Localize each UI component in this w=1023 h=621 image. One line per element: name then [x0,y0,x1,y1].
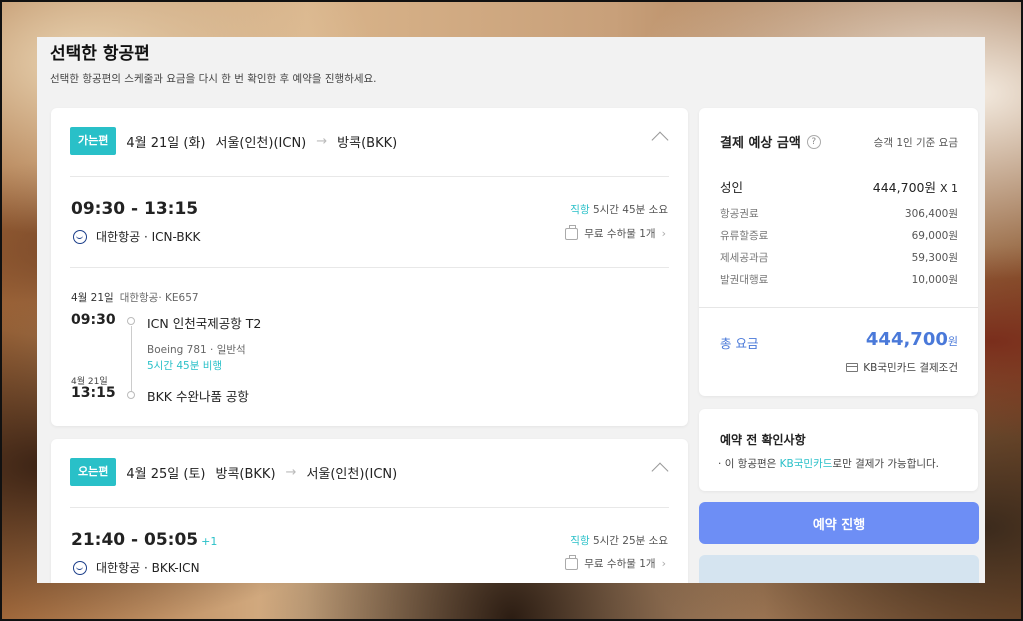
total-value: 444,700원 [866,329,958,350]
departure-dot [127,317,135,325]
outbound-badge: 가는편 [70,127,117,155]
outbound-header[interactable]: 가는편 4월 21일 (화) 서울(인천)(ICN) → 방콕(BKK) [70,127,407,155]
outbound-airline: 대한항공 · ICN-BKK [73,228,200,245]
price-title-text: 결제 예상 금액 [720,136,801,151]
outbound-origin: 서울(인천)(ICN) [215,135,307,151]
breakdown-value: 306,400원 [904,208,958,220]
segment-date-text: 4월 21일 [71,292,114,304]
fare-breakdown-row: 항공권료 306,400원 [720,206,958,221]
breakdown-label: 유류할증료 [720,230,769,242]
price-basis: 승객 1인 기준 요금 [873,137,958,149]
notice-title: 예약 전 확인사항 [720,433,806,447]
adult-label: 성인 [720,180,744,195]
card-condition-label: KB국민카드 결제조건 [863,362,958,374]
korean-air-logo-icon [73,560,87,575]
inbound-destination: 서울(인천)(ICN) [306,466,398,482]
divider [699,307,978,308]
inbound-flight-card: 오는편 4월 25일 (토) 방콕(BKK) → 서울(인천)(ICN) 21:… [51,439,688,583]
total-label: 총 요금 [720,336,759,351]
fare-breakdown-row: 발권대행료 10,000원 [720,272,958,287]
notice-card-highlight: KB국민카드 [779,458,833,470]
pre-booking-notice-card: 예약 전 확인사항 · 이 항공편은 KB국민카드로만 결제가 가능합니다. [699,409,978,491]
baggage-label: 무료 수하물 1개 [584,228,656,240]
inbound-baggage[interactable]: 무료 수하물 1개 › [565,554,666,571]
inbound-origin: 방콕(BKK) [215,466,276,482]
adult-fare-row: 성인 444,700원 X 1 [720,177,958,196]
notice-text-after: 로만 결제가 가능합니다. [832,458,940,470]
adult-value-text: 444,700원 [872,180,936,195]
card-condition-link[interactable]: KB국민카드 결제조건 [846,360,958,375]
day-offset: +1 [201,535,218,548]
credit-card-icon [846,363,859,372]
collapse-chevron-icon[interactable] [651,131,669,149]
baggage-icon [565,554,579,570]
price-summary-card: 결제 예상 금액 ? 승객 1인 기준 요금 성인 444,700원 X 1 항… [699,108,978,396]
segment-flight-number: 대한항공· KE657 [119,292,199,304]
divider [70,507,669,508]
fare-breakdown-row: 유류할증료 69,000원 [720,228,958,243]
korean-air-logo-icon [73,229,87,244]
page-subtitle: 선택한 항공편의 스케줄과 요금을 다시 한 번 확인한 후 예약을 진행하세요… [50,73,377,85]
flight-duration: 5시간 45분 비행 [147,360,223,372]
arrival-time: 13:15 [71,385,116,401]
departure-time: 09:30 [71,312,116,328]
divider [70,176,669,177]
breakdown-value: 10,000원 [911,274,958,286]
outbound-airline-label: 대한항공 · ICN-BKK [96,230,201,244]
breakdown-value: 69,000원 [911,230,958,242]
help-icon[interactable]: ? [806,134,821,149]
segment-date: 4월 21일 대한항공· KE657 [71,290,199,305]
inbound-date: 4월 25일 (토) [126,466,206,482]
bullet: · [718,458,722,470]
duration-text: 5시간 45분 소요 [592,204,668,216]
duration-text: 5시간 25분 소요 [592,535,668,547]
inbound-times-text: 21:40 - 05:05 [71,530,199,550]
outbound-baggage[interactable]: 무료 수하물 1개 › [565,224,666,241]
inbound-header[interactable]: 오는편 4월 25일 (토) 방콕(BKK) → 서울(인천)(ICN) [70,458,407,486]
inbound-airline-label: 대한항공 · BKK-ICN [96,561,200,575]
notice-text-before: 이 항공편은 [724,458,780,470]
outbound-flight-card: 가는편 4월 21일 (화) 서울(인천)(ICN) → 방콕(BKK) 09:… [51,108,688,426]
arrival-airport: BKK 수완나품 공항 [147,389,249,404]
inbound-direct-info: 직항 5시간 25분 소요 [570,533,668,548]
collapse-chevron-icon[interactable] [651,462,669,480]
direct-label: 직항 [570,535,590,547]
chevron-right-icon: › [661,557,666,570]
arrow-right-icon: → [316,133,328,149]
price-title: 결제 예상 금액 ? [720,132,821,151]
total-amount: 444,700 [865,329,948,350]
inbound-airline: 대한항공 · BKK-ICN [73,559,200,576]
outbound-destination: 방콕(BKK) [337,135,398,151]
divider [70,267,669,268]
chevron-right-icon: › [661,227,666,240]
breakdown-label: 제세공과금 [720,252,769,264]
departure-airport: ICN 인천국제공항 T2 [147,316,262,331]
outbound-date: 4월 21일 (화) [126,135,206,151]
breakdown-label: 항공권료 [720,208,759,220]
breakdown-value: 59,300원 [911,252,958,264]
aircraft-info: Boeing 781 · 일반석 [147,344,246,356]
inbound-badge: 오는편 [70,458,117,486]
flight-summary-panel: 선택한 항공편 선택한 항공편의 스케줄과 요금을 다시 한 번 확인한 후 예… [37,37,985,583]
outbound-direct-info: 직항 5시간 45분 소요 [570,202,668,217]
total-unit: 원 [947,335,958,348]
baggage-icon [565,224,579,240]
route-line [131,326,132,392]
adult-count: X 1 [939,182,958,195]
fare-breakdown-row: 제세공과금 59,300원 [720,250,958,265]
inbound-times: 21:40 - 05:05 +1 [71,530,217,550]
outbound-times: 09:30 - 13:15 [71,199,199,219]
direct-label: 직항 [570,204,590,216]
notice-text: · 이 항공편은 KB국민카드로만 결제가 가능합니다. [718,456,939,471]
adult-value: 444,700원 X 1 [873,177,958,196]
baggage-label: 무료 수하물 1개 [584,558,656,570]
arrival-dot [127,391,135,399]
arrow-right-icon: → [285,464,297,480]
breakdown-label: 발권대행료 [720,274,769,286]
info-banner [699,555,979,583]
reserve-button[interactable]: 예약 진행 [699,502,979,544]
page-title: 선택한 항공편 [50,44,150,64]
